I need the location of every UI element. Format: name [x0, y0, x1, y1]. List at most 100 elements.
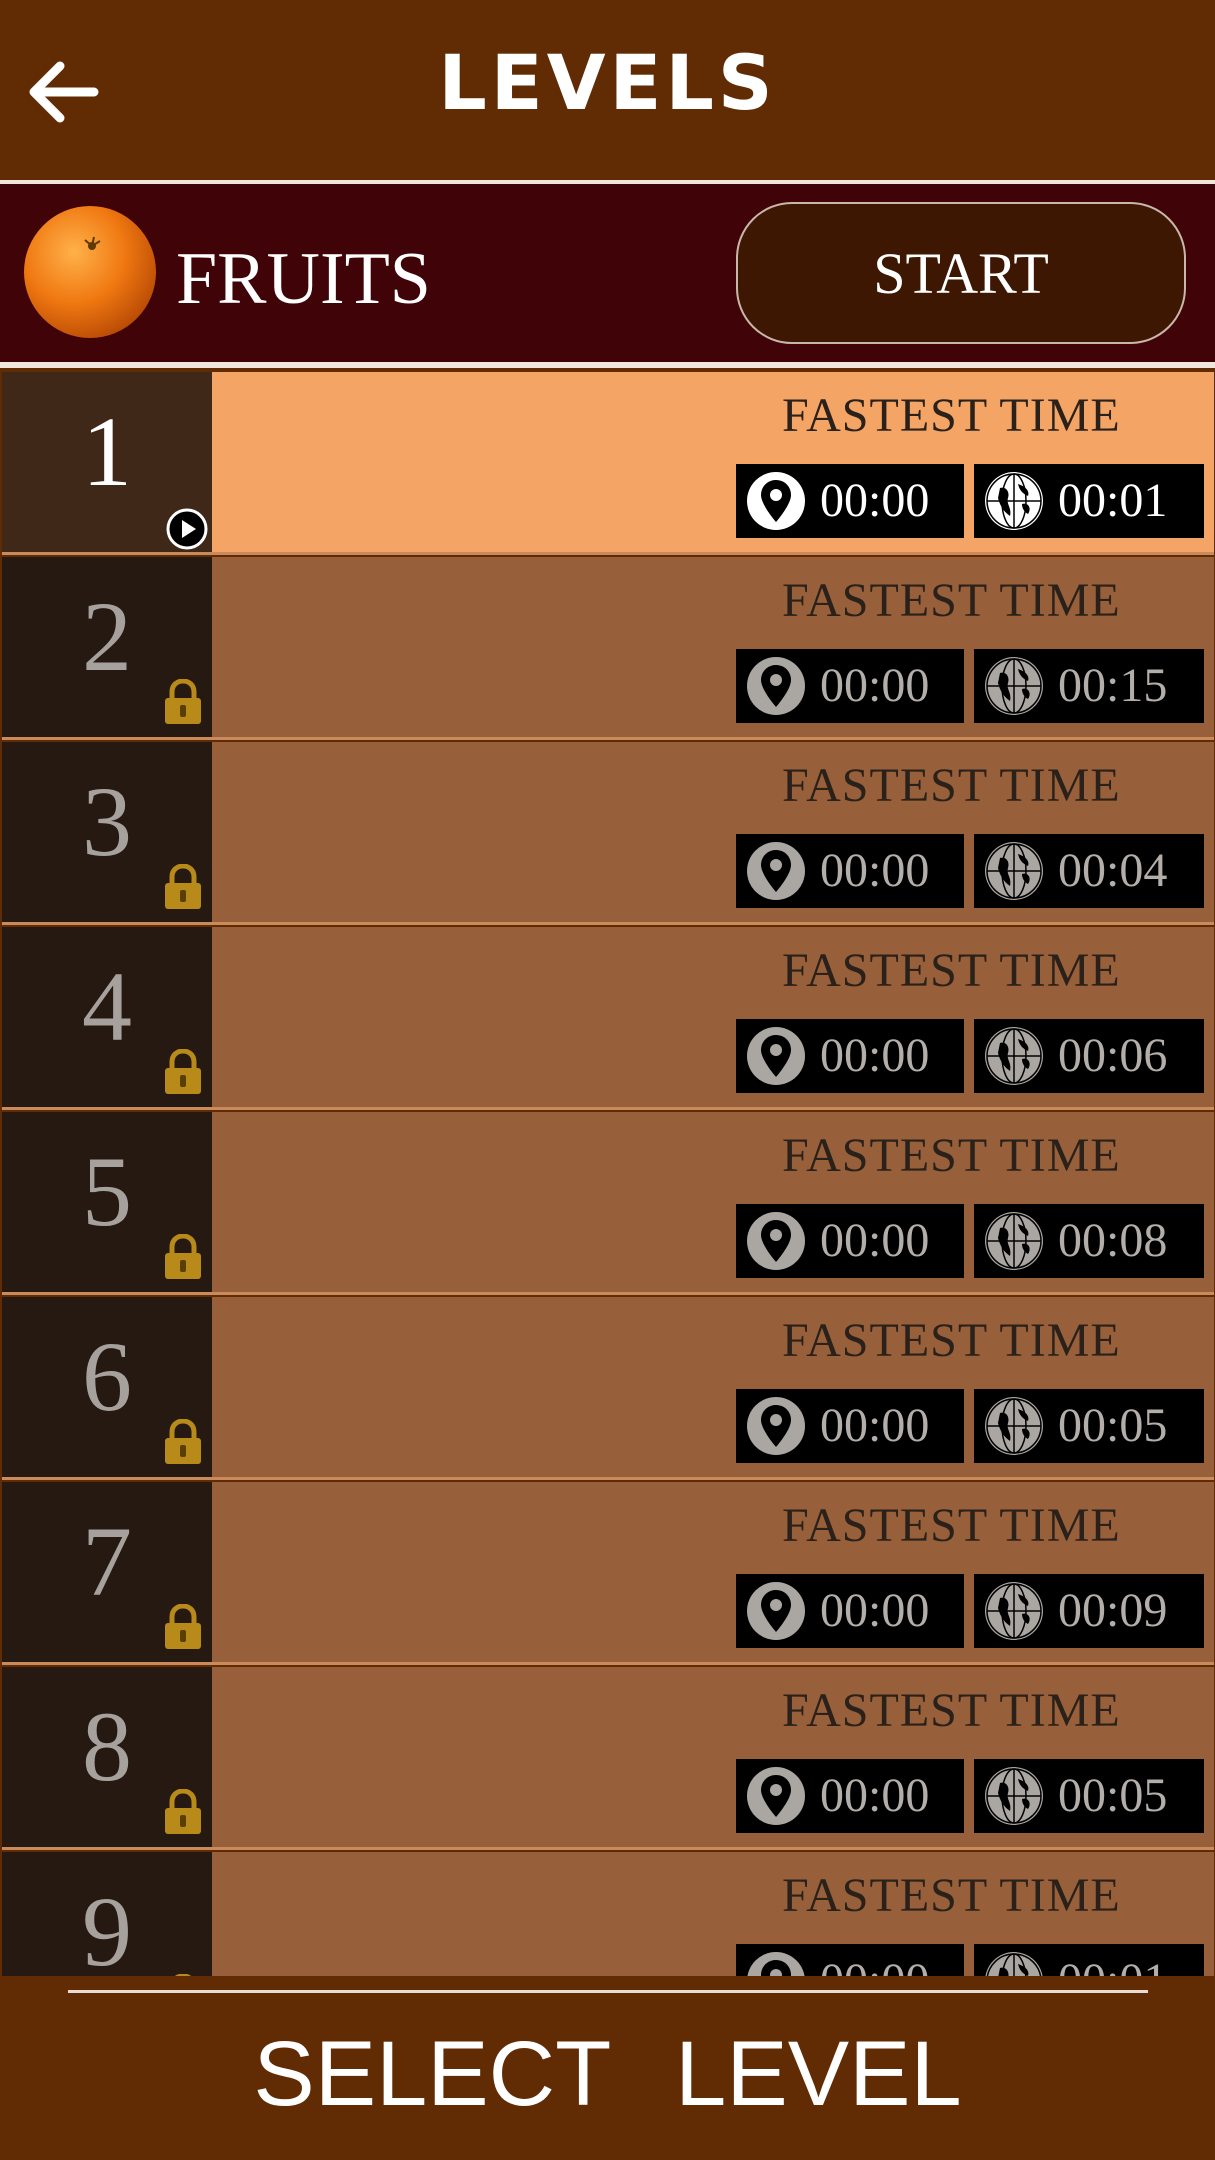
lock-icon — [165, 864, 201, 909]
lock-icon — [165, 1049, 201, 1094]
local-time: 00:00 — [820, 1029, 930, 1082]
start-button[interactable]: START — [736, 202, 1186, 344]
local-time-box: 00:00 — [736, 1389, 964, 1463]
local-time-box: 00:00 — [736, 1574, 964, 1648]
level-number-cell: 3 — [2, 742, 212, 922]
world-time-box: 00:05 — [974, 1389, 1204, 1463]
globe-icon — [985, 1397, 1043, 1455]
lock-icon — [165, 679, 201, 724]
level-number-cell: 7 — [2, 1482, 212, 1662]
fastest-time-label: FASTEST TIME — [782, 1129, 1121, 1182]
location-pin-icon — [747, 842, 805, 900]
level-number-cell: 1 — [2, 372, 212, 552]
level-number-cell: 4 — [2, 927, 212, 1107]
level-row-4[interactable]: 4 FASTEST TIME 00:00 00:06 — [2, 927, 1214, 1110]
local-time-box: 00:00 — [736, 1944, 964, 1976]
local-time-box: 00:00 — [736, 1759, 964, 1833]
fastest-time-label: FASTEST TIME — [782, 1684, 1121, 1737]
level-number-cell: 5 — [2, 1112, 212, 1292]
level-number: 6 — [82, 1321, 132, 1432]
fastest-time-label: FASTEST TIME — [782, 944, 1121, 997]
world-time: 00:05 — [1058, 1399, 1168, 1452]
world-time: 00:08 — [1058, 1214, 1168, 1267]
world-time: 00:04 — [1058, 844, 1168, 897]
local-time: 00:00 — [820, 659, 930, 712]
location-pin-icon — [747, 1582, 805, 1640]
level-row-7[interactable]: 7 FASTEST TIME 00:00 00:09 — [2, 1482, 1214, 1665]
local-time: 00:00 — [820, 1399, 930, 1452]
local-time: 00:00 — [820, 844, 930, 897]
location-pin-icon — [747, 657, 805, 715]
world-time: 00:09 — [1058, 1584, 1168, 1637]
level-number-cell: 2 — [2, 557, 212, 737]
globe-icon — [985, 1767, 1043, 1825]
level-number-cell: 9 — [2, 1852, 212, 1976]
world-time: 00:06 — [1058, 1029, 1168, 1082]
lock-icon — [165, 1419, 201, 1464]
level-number: 1 — [82, 396, 132, 507]
world-time-box: 00:09 — [974, 1574, 1204, 1648]
level-number: 9 — [82, 1876, 132, 1977]
fastest-time-label: FASTEST TIME — [782, 574, 1121, 627]
world-time: 00:05 — [1058, 1769, 1168, 1822]
fastest-time-label: FASTEST TIME — [782, 759, 1121, 812]
lock-icon — [165, 1789, 201, 1834]
globe-icon — [985, 472, 1043, 530]
world-time: 00:01 — [1058, 474, 1168, 527]
footer-title: SELECT LEVEL — [253, 2023, 962, 2125]
globe-icon — [985, 1212, 1043, 1270]
world-time: 00:15 — [1058, 659, 1168, 712]
local-time: 00:00 — [820, 1957, 929, 1977]
location-pin-icon — [747, 1952, 805, 1976]
level-row-9[interactable]: 9 FASTEST TIME 00:00 00:01 — [2, 1852, 1214, 1976]
category-bar: FRUITS START — [0, 184, 1215, 362]
level-number: 3 — [82, 766, 132, 877]
category-name: FRUITS — [176, 238, 431, 320]
play-icon[interactable] — [164, 506, 210, 552]
level-row-3[interactable]: 3 FASTEST TIME 00:00 00:04 — [2, 742, 1214, 925]
level-row-6[interactable]: 6 FASTEST TIME 00:00 00:05 — [2, 1297, 1214, 1480]
local-time-box: 00:00 — [736, 1019, 964, 1093]
page-title: LEVELS — [438, 38, 777, 127]
footer-bar: SELECT LEVEL — [0, 1976, 1215, 2160]
fastest-time-label: FASTEST TIME — [782, 1869, 1121, 1922]
world-time-box: 00:15 — [974, 649, 1204, 723]
level-number: 5 — [82, 1136, 132, 1247]
local-time: 00:00 — [820, 1214, 930, 1267]
location-pin-icon — [747, 1212, 805, 1270]
category-divider — [0, 362, 1215, 368]
level-row-1[interactable]: 1 FASTEST TIME 00:00 00:01 — [2, 372, 1214, 555]
globe-icon — [985, 1952, 1043, 1976]
world-time-box: 00:06 — [974, 1019, 1204, 1093]
level-row-5[interactable]: 5 FASTEST TIME 00:00 00:08 — [2, 1112, 1214, 1295]
level-row-8[interactable]: 8 FASTEST TIME 00:00 00:05 — [2, 1667, 1214, 1850]
level-number-cell: 8 — [2, 1667, 212, 1847]
level-number: 4 — [82, 951, 132, 1062]
local-time: 00:00 — [820, 474, 930, 527]
globe-icon — [985, 1027, 1043, 1085]
level-number: 2 — [82, 581, 132, 692]
local-time-box: 00:00 — [736, 649, 964, 723]
level-list[interactable]: 1 FASTEST TIME 00:00 00:01 2 FASTEST TIME 00:0… — [2, 372, 1214, 1976]
level-row-2[interactable]: 2 FASTEST TIME 00:00 00:15 — [2, 557, 1214, 740]
world-time-box: 00:05 — [974, 1759, 1204, 1833]
fastest-time-label: FASTEST TIME — [782, 1314, 1121, 1367]
level-number-cell: 6 — [2, 1297, 212, 1477]
world-time-box: 00:08 — [974, 1204, 1204, 1278]
fastest-time-label: FASTEST TIME — [782, 389, 1121, 442]
fastest-time-label: FASTEST TIME — [782, 1499, 1121, 1552]
footer-divider — [68, 1990, 1148, 1993]
local-time-box: 00:00 — [736, 834, 964, 908]
globe-icon — [985, 657, 1043, 715]
level-number: 8 — [82, 1691, 132, 1802]
local-time: 00:00 — [820, 1584, 930, 1637]
world-time-box: 00:01 — [974, 464, 1204, 538]
location-pin-icon — [747, 1027, 805, 1085]
world-time-box: 00:01 — [974, 1944, 1204, 1976]
globe-icon — [985, 1582, 1043, 1640]
world-time-box: 00:04 — [974, 834, 1204, 908]
local-time-box: 00:00 — [736, 1204, 964, 1278]
location-pin-icon — [747, 1397, 805, 1455]
level-number: 7 — [82, 1506, 132, 1617]
local-time: 00:00 — [820, 1769, 930, 1822]
